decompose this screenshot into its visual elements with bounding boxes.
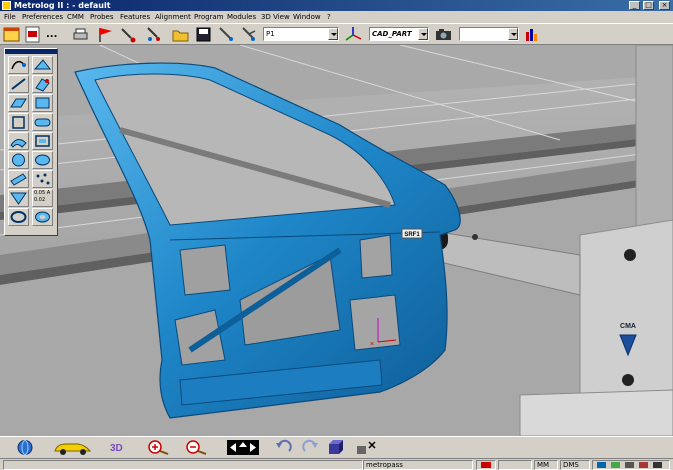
status-tray-icons [597, 462, 662, 468]
menu-preferences[interactable]: Preferences [22, 11, 63, 23]
probe-tool-2-icon[interactable] [240, 26, 257, 43]
view-3d-label: 3D [110, 443, 123, 454]
probe-select[interactable]: P1 [263, 27, 339, 41]
app-icon [2, 1, 11, 10]
palette-title-bar[interactable] [5, 49, 57, 54]
ring-icon[interactable] [8, 208, 29, 226]
menu-help[interactable]: ? [327, 11, 331, 23]
surface-icon[interactable] [8, 132, 29, 150]
box-icon[interactable] [32, 132, 53, 150]
menu-program[interactable]: Program [194, 11, 224, 23]
status-indicator-icon [481, 462, 491, 468]
bar-chart-icon[interactable] [524, 26, 541, 43]
cma-brand-label: CMA [620, 323, 636, 330]
zoom-in-icon[interactable] [146, 439, 172, 456]
flag-icon[interactable] [97, 26, 114, 43]
zoom-out-icon[interactable] [184, 439, 210, 456]
window-title: Metrolog II : - default [14, 1, 111, 10]
title-bar: Metrolog II : - default _ □ × [0, 0, 673, 11]
cmm-base [519, 389, 673, 436]
menu-window[interactable]: Window [293, 11, 321, 23]
status-empty [498, 460, 532, 470]
menu-file[interactable]: File [4, 11, 16, 23]
cube-icon[interactable] [326, 439, 344, 456]
wk-icon[interactable] [3, 26, 20, 43]
menu-features[interactable]: Features [120, 11, 150, 23]
view-3d-icon[interactable]: 3D [109, 439, 131, 456]
fit-view-icon[interactable] [226, 439, 260, 456]
plane-icon[interactable] [8, 94, 29, 112]
probe-calibrate-icon[interactable] [145, 26, 162, 43]
more-icon[interactable]: ... [46, 26, 63, 43]
rectangle-icon[interactable] [32, 94, 53, 112]
menu-alignment[interactable]: Alignment [155, 11, 191, 23]
probe-icon[interactable] [120, 26, 137, 43]
chevron-down-icon[interactable] [328, 28, 338, 40]
menu-cmm[interactable]: CMM [67, 11, 84, 23]
cone-icon[interactable] [8, 189, 29, 207]
menu-bar: File Preferences CMM Probes Features Ali… [0, 11, 673, 23]
square-icon[interactable] [8, 113, 29, 131]
status-icons [592, 460, 670, 470]
status-indicator [476, 460, 496, 470]
probe-path-icon[interactable] [355, 439, 377, 456]
save-icon[interactable] [195, 26, 212, 43]
part-select[interactable]: CAD_PART [369, 27, 429, 41]
probe-select-value: P1 [266, 30, 275, 38]
cylinder-icon[interactable] [32, 75, 53, 93]
cmm-bolt [622, 374, 634, 386]
workspace-icon[interactable] [24, 26, 41, 43]
camera-icon[interactable] [435, 26, 452, 43]
status-message [3, 460, 363, 470]
cmm-bolt [624, 249, 636, 261]
sphere-icon[interactable] [32, 151, 53, 169]
menu-modules[interactable]: Modules [227, 11, 256, 23]
menu-probes[interactable]: Probes [90, 11, 114, 23]
probe-tool-icon[interactable] [218, 26, 235, 43]
tolerance-value-2: 0.02 [34, 197, 46, 203]
close-button[interactable]: × [659, 1, 670, 10]
minimize-button[interactable]: _ [629, 1, 640, 10]
feature-label[interactable]: SRF1 [404, 232, 420, 238]
print-icon[interactable] [72, 26, 89, 43]
maximize-button[interactable]: □ [643, 1, 654, 10]
status-angle: DMS [560, 460, 590, 470]
point-cloud-icon[interactable] [32, 170, 53, 188]
axis-system-icon[interactable] [345, 26, 362, 43]
status-units: MM [534, 460, 558, 470]
part-select-value: CAD_PART [372, 30, 412, 38]
folder-icon[interactable] [172, 26, 189, 43]
menu-3d-view[interactable]: 3D View [261, 11, 290, 23]
rotate-left-icon[interactable] [274, 439, 294, 456]
chevron-down-icon[interactable] [418, 28, 428, 40]
circle-icon[interactable] [8, 151, 29, 169]
main-toolbar: ... P1 CAD_PART [0, 23, 673, 45]
status-bar: metropass MM DMS [0, 458, 673, 470]
rotate-right-icon[interactable] [300, 439, 320, 456]
tolerance-icon[interactable]: 0.05 A 0.02 [32, 189, 53, 207]
origin-marker: × [370, 341, 374, 348]
globe-icon[interactable] [16, 439, 34, 456]
status-program: metropass [363, 460, 473, 470]
path-icon[interactable] [8, 56, 29, 74]
chevron-down-icon[interactable] [508, 28, 518, 40]
torus-icon[interactable] [32, 208, 53, 226]
probe-joint [472, 234, 478, 240]
line-icon[interactable] [8, 75, 29, 93]
cylinder-feature-icon[interactable] [8, 170, 29, 188]
shading-icon[interactable] [32, 56, 53, 74]
view-toolbar: 3D [0, 436, 673, 458]
feature-palette: 0.05 A 0.02 [4, 48, 58, 236]
tolerance-value-1: 0.05 A [34, 190, 51, 196]
view-select[interactable] [459, 27, 519, 41]
3d-viewport[interactable]: CMA SRF1 × [0, 45, 673, 436]
slot-icon[interactable] [32, 113, 53, 131]
car-icon[interactable] [52, 439, 94, 456]
3d-scene: CMA SRF1 × [0, 45, 673, 436]
